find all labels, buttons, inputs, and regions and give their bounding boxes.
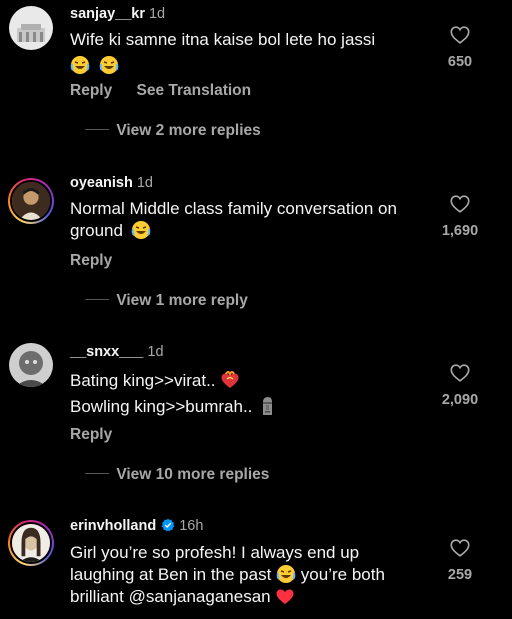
comment-text: Bating king>>virat.. Bowling king>>bumra… (70, 368, 448, 420)
comment-text: Wife ki samne itna kaise bol lete ho jas… (70, 29, 448, 77)
reply-divider (85, 473, 109, 474)
username[interactable]: oyeanish (70, 175, 133, 191)
comment-text-mention[interactable]: brilliant @sanjanaganesan (70, 587, 271, 606)
burning-heart-emoji (221, 371, 239, 388)
laughing-emoji (99, 56, 119, 74)
see-translation-button[interactable]: See Translation (137, 82, 252, 99)
timestamp: 1d (136, 175, 153, 191)
like-area: 2,090 (430, 362, 490, 408)
like-count: 1,690 (441, 223, 479, 239)
heart-outline-icon[interactable] (449, 362, 471, 384)
comment-text-line: you’re both (300, 565, 385, 584)
like-area: 259 (430, 537, 490, 583)
view-replies-button[interactable]: View 1 more reply (85, 292, 248, 310)
comment-actions: Reply See Translation (70, 82, 271, 100)
laughing-emoji (70, 56, 90, 74)
comment-text-line: Wife ki samne itna kaise bol lete ho jas… (70, 30, 376, 49)
like-count: 650 (447, 54, 473, 70)
avatar-image (9, 343, 53, 387)
avatar-image (9, 6, 53, 50)
avatar-oyeanish[interactable] (8, 178, 54, 224)
heart-outline-icon[interactable] (449, 24, 471, 46)
moai-emoji (263, 397, 273, 415)
timestamp: 1d (147, 344, 164, 360)
like-area: 650 (430, 24, 490, 70)
avatar-image (12, 524, 50, 562)
comment-text: Normal Middle class family conversation … (70, 198, 448, 242)
comment-text-line: Girl you’re so profesh! I always end up (70, 543, 360, 562)
comment-text-line: laughing at Ben in the past (70, 565, 272, 584)
like-count: 259 (447, 567, 473, 583)
timestamp: 16h (179, 518, 204, 534)
view-replies-label: View 1 more reply (116, 292, 248, 309)
timestamp: 1d (148, 6, 166, 22)
like-count: 2,090 (441, 392, 479, 408)
avatar-snxx[interactable] (9, 343, 53, 387)
comment-meta: sanjay__kr 1d (70, 6, 165, 22)
avatar-sanjay[interactable] (9, 6, 53, 50)
avatar-image (12, 182, 50, 220)
view-replies-button[interactable]: View 2 more replies (85, 122, 261, 140)
reply-button[interactable]: Reply (70, 82, 112, 99)
heart-outline-icon[interactable] (449, 193, 471, 215)
laughing-emoji (131, 221, 150, 239)
view-replies-button[interactable]: View 10 more replies (85, 466, 269, 484)
comment-meta: __snxx___ 1d (70, 344, 164, 360)
verified-badge-icon (161, 518, 175, 532)
heart-outline-icon[interactable] (449, 537, 471, 559)
comment-meta: erinvholland 16h (70, 518, 203, 534)
username[interactable]: __snxx___ (70, 344, 143, 360)
view-replies-label: View 2 more replies (116, 122, 261, 139)
comment-text: Girl you’re so profesh! I always end up … (70, 542, 448, 608)
username[interactable]: erinvholland (70, 518, 156, 534)
comment-text-line: Normal Middle class family conversation … (70, 199, 397, 218)
comment-text-line: ground (70, 221, 123, 240)
reply-divider (85, 129, 109, 130)
reply-divider (85, 299, 109, 300)
comment-text-line: Bowling king>>bumrah.. (70, 397, 253, 416)
reply-button[interactable]: Reply (70, 426, 112, 443)
laughing-emoji (276, 565, 296, 583)
username[interactable]: sanjay__kr (70, 6, 145, 22)
comment-meta: oyeanish 1d (70, 175, 153, 191)
like-area: 1,690 (430, 193, 490, 239)
comment-actions: Reply (70, 426, 132, 444)
comment-text-line: Bating king>>virat.. (70, 371, 216, 390)
red-heart-emoji (276, 589, 294, 604)
avatar-erinvholland[interactable] (8, 520, 54, 566)
reply-button[interactable]: Reply (70, 252, 112, 269)
comment-actions: Reply (70, 252, 132, 270)
view-replies-label: View 10 more replies (116, 466, 270, 483)
